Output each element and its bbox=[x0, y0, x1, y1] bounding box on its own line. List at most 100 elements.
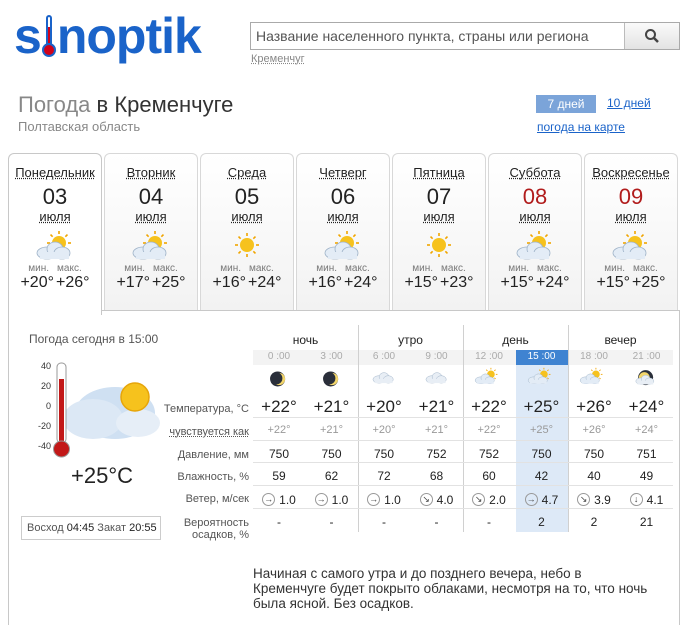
row-label-wind: Ветер, м/сек bbox=[185, 493, 249, 505]
min-temp: +16° bbox=[212, 274, 246, 291]
min-temp: +16° bbox=[308, 274, 342, 291]
hour-pressure: 750 bbox=[321, 447, 342, 461]
hour-label: 6 :00 bbox=[372, 351, 396, 362]
row-divider bbox=[253, 462, 673, 463]
hour-pressure: 750 bbox=[268, 447, 290, 461]
hour-temperature: +22° bbox=[261, 397, 297, 416]
cloud-icon bbox=[411, 367, 463, 394]
min-temp: +17° bbox=[116, 274, 150, 291]
recent-search-link[interactable]: Кременчуг bbox=[251, 53, 305, 65]
max-temp: +25° bbox=[632, 274, 666, 291]
min-label: мин. bbox=[316, 263, 338, 274]
sun-icon bbox=[417, 228, 461, 262]
day-name: Четверг bbox=[319, 165, 367, 180]
search-button[interactable] bbox=[624, 23, 679, 49]
hour-precipitation: 21 bbox=[639, 515, 654, 529]
day-month: июля bbox=[231, 209, 263, 224]
day-name: Воскресенье bbox=[592, 165, 670, 180]
period-label: ночь bbox=[292, 333, 319, 347]
hour-humidity: 49 bbox=[639, 469, 654, 483]
partly-cloudy-icon bbox=[513, 228, 557, 262]
hour-feels-like: +21° bbox=[319, 424, 344, 436]
moon-cloud-icon bbox=[621, 367, 673, 394]
cloud-icon bbox=[358, 367, 410, 394]
hour-feels-like: +25° bbox=[529, 424, 554, 436]
max-label: макс. bbox=[633, 263, 658, 274]
moon-icon bbox=[253, 367, 305, 394]
day-tab[interactable]: Среда 05 июля мин. макс. +16° +24° bbox=[200, 153, 294, 311]
hour-wind: ↘ 4.0 bbox=[411, 491, 463, 507]
temperature-scale: 40 20 0 -20 -40 bbox=[37, 361, 51, 451]
current-temperature: +25°C bbox=[71, 463, 134, 488]
day-tab[interactable]: Суббота 08 июля мин. макс. +15° +24° bbox=[488, 153, 582, 311]
today-detail-panel: Погода сегодня в 15:00 40 20 0 -20 -40 +25°C… bbox=[8, 310, 680, 625]
search-icon bbox=[645, 29, 659, 43]
period-label: день bbox=[502, 333, 529, 347]
row-label-pressure: Давление, мм bbox=[177, 449, 249, 461]
min-label: мин. bbox=[604, 263, 626, 274]
min-label: мин. bbox=[412, 263, 434, 274]
day-month: июля bbox=[519, 209, 551, 224]
hour-wind: → 1.0 bbox=[262, 492, 296, 507]
hour-humidity: 59 bbox=[272, 469, 286, 483]
hour-humidity: 72 bbox=[377, 469, 391, 483]
hour-precipitation: - bbox=[434, 515, 439, 529]
hour-temperature: +24° bbox=[628, 397, 665, 416]
hour-precipitation: 2 bbox=[538, 515, 545, 529]
cloud-sun-icon bbox=[568, 367, 620, 394]
hour-temperature: +21° bbox=[313, 397, 350, 416]
day-date: 07 bbox=[426, 184, 452, 209]
row-label-feels-like[interactable]: чувствуется как bbox=[139, 426, 249, 438]
max-temp: +23° bbox=[440, 274, 474, 291]
day-date: 04 bbox=[138, 184, 164, 209]
hour-feels-like: +22° bbox=[477, 424, 501, 436]
day-tab[interactable]: Понедельник 03 июля мин. макс. +20° +26° bbox=[8, 153, 102, 315]
day-tab[interactable]: Пятница 07 июля мин. макс. +15° +23° bbox=[392, 153, 486, 311]
hour-pressure: 750 bbox=[531, 447, 552, 461]
search-box bbox=[250, 22, 680, 50]
hour-humidity: 60 bbox=[482, 469, 496, 483]
day-name: Пятница bbox=[413, 165, 465, 180]
hour-humidity: 42 bbox=[534, 469, 549, 483]
max-label: макс. bbox=[441, 263, 466, 274]
partly-cloudy-icon bbox=[129, 228, 173, 262]
weather-map-link[interactable]: погода на карте bbox=[537, 120, 625, 134]
wind-direction-icon: ↘ bbox=[419, 493, 433, 506]
cloud-sun-icon bbox=[463, 367, 515, 394]
hour-feels-like: +21° bbox=[424, 424, 449, 436]
hour-label: 21 :00 bbox=[632, 351, 661, 362]
tab-10-days[interactable]: 10 дней bbox=[607, 96, 651, 110]
search-input[interactable] bbox=[251, 23, 625, 49]
min-temp: +20° bbox=[20, 274, 54, 291]
day-tab[interactable]: Вторник 04 июля мин. макс. +17° +25° bbox=[104, 153, 198, 311]
partly-cloudy-icon bbox=[609, 228, 653, 262]
day-tab[interactable]: Четверг 06 июля мин. макс. +16° +24° bbox=[296, 153, 390, 311]
region-subtitle: Полтавская область bbox=[18, 119, 141, 134]
day-date: 03 bbox=[42, 184, 68, 209]
wind-direction-icon: → bbox=[367, 493, 381, 506]
row-label-humidity: Влажность, % bbox=[177, 471, 249, 483]
logo[interactable]: s noptik bbox=[14, 6, 202, 66]
hour-temperature: +26° bbox=[576, 397, 612, 416]
hour-wind: ↘ 2.0 bbox=[463, 491, 515, 507]
min-label: мин. bbox=[124, 263, 146, 274]
day-date: 05 bbox=[234, 184, 260, 209]
max-label: макс. bbox=[249, 263, 274, 274]
max-temp: +26° bbox=[56, 274, 90, 291]
hour-pressure: 752 bbox=[478, 447, 500, 461]
tab-7-days[interactable]: 7 дней bbox=[536, 95, 596, 113]
day-month: июля bbox=[135, 209, 167, 224]
max-label: макс. bbox=[57, 263, 82, 274]
row-divider bbox=[253, 508, 673, 509]
wind-direction-icon: → bbox=[314, 493, 328, 506]
hour-wind: ↓ 4.1 bbox=[621, 491, 673, 507]
thermometer-logo-icon bbox=[41, 13, 56, 57]
day-date: 09 bbox=[618, 184, 644, 209]
partly-cloudy-icon bbox=[33, 228, 77, 262]
hour-pressure: 752 bbox=[426, 447, 447, 461]
weather-description: Начиная с самого утра и до позднего вече… bbox=[253, 566, 648, 611]
hour-humidity: 40 bbox=[587, 469, 601, 483]
day-month: июля bbox=[327, 209, 359, 224]
partly-cloudy-icon bbox=[321, 228, 365, 262]
day-tab[interactable]: Воскресенье 09 июля мин. макс. +15° +25° bbox=[584, 153, 678, 311]
